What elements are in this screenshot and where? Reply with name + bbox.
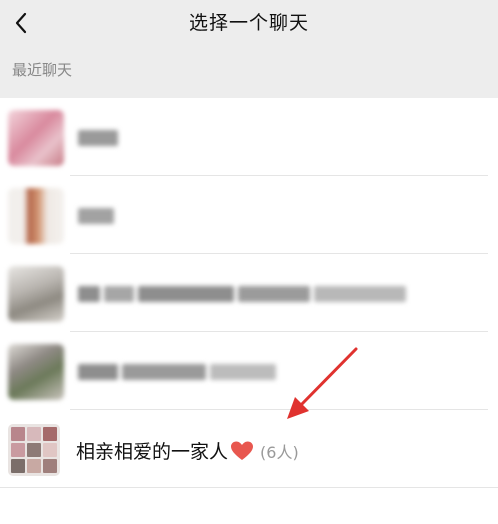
avatar (8, 266, 64, 322)
page-title: 选择一个聊天 (188, 12, 309, 34)
navigation-bar: 选择一个聊天 (0, 0, 498, 46)
avatar (8, 110, 64, 166)
section-label: 最近聊天 (12, 61, 73, 79)
heart-icon (231, 441, 254, 460)
section-header: 最近聊天 (0, 46, 498, 98)
chat-item[interactable] (0, 176, 498, 254)
chat-name-blurred (78, 208, 114, 224)
group-avatar (8, 424, 60, 476)
chat-item-group[interactable]: 相亲相爱的一家人 (6人) (0, 410, 498, 488)
chat-name-blurred (78, 130, 118, 146)
chat-item[interactable] (0, 98, 498, 176)
chat-name-blurred (78, 364, 278, 380)
member-count: (6人) (260, 442, 299, 462)
chat-item[interactable] (0, 254, 498, 332)
avatar (8, 344, 64, 400)
chat-list: 相亲相爱的一家人 (6人) (0, 98, 498, 488)
chat-name-blurred (78, 286, 418, 302)
avatar (8, 188, 64, 244)
chat-name: 相亲相爱的一家人 (6人) (76, 437, 299, 464)
chat-item[interactable] (0, 332, 498, 410)
chat-name-text: 相亲相爱的一家人 (76, 441, 229, 463)
